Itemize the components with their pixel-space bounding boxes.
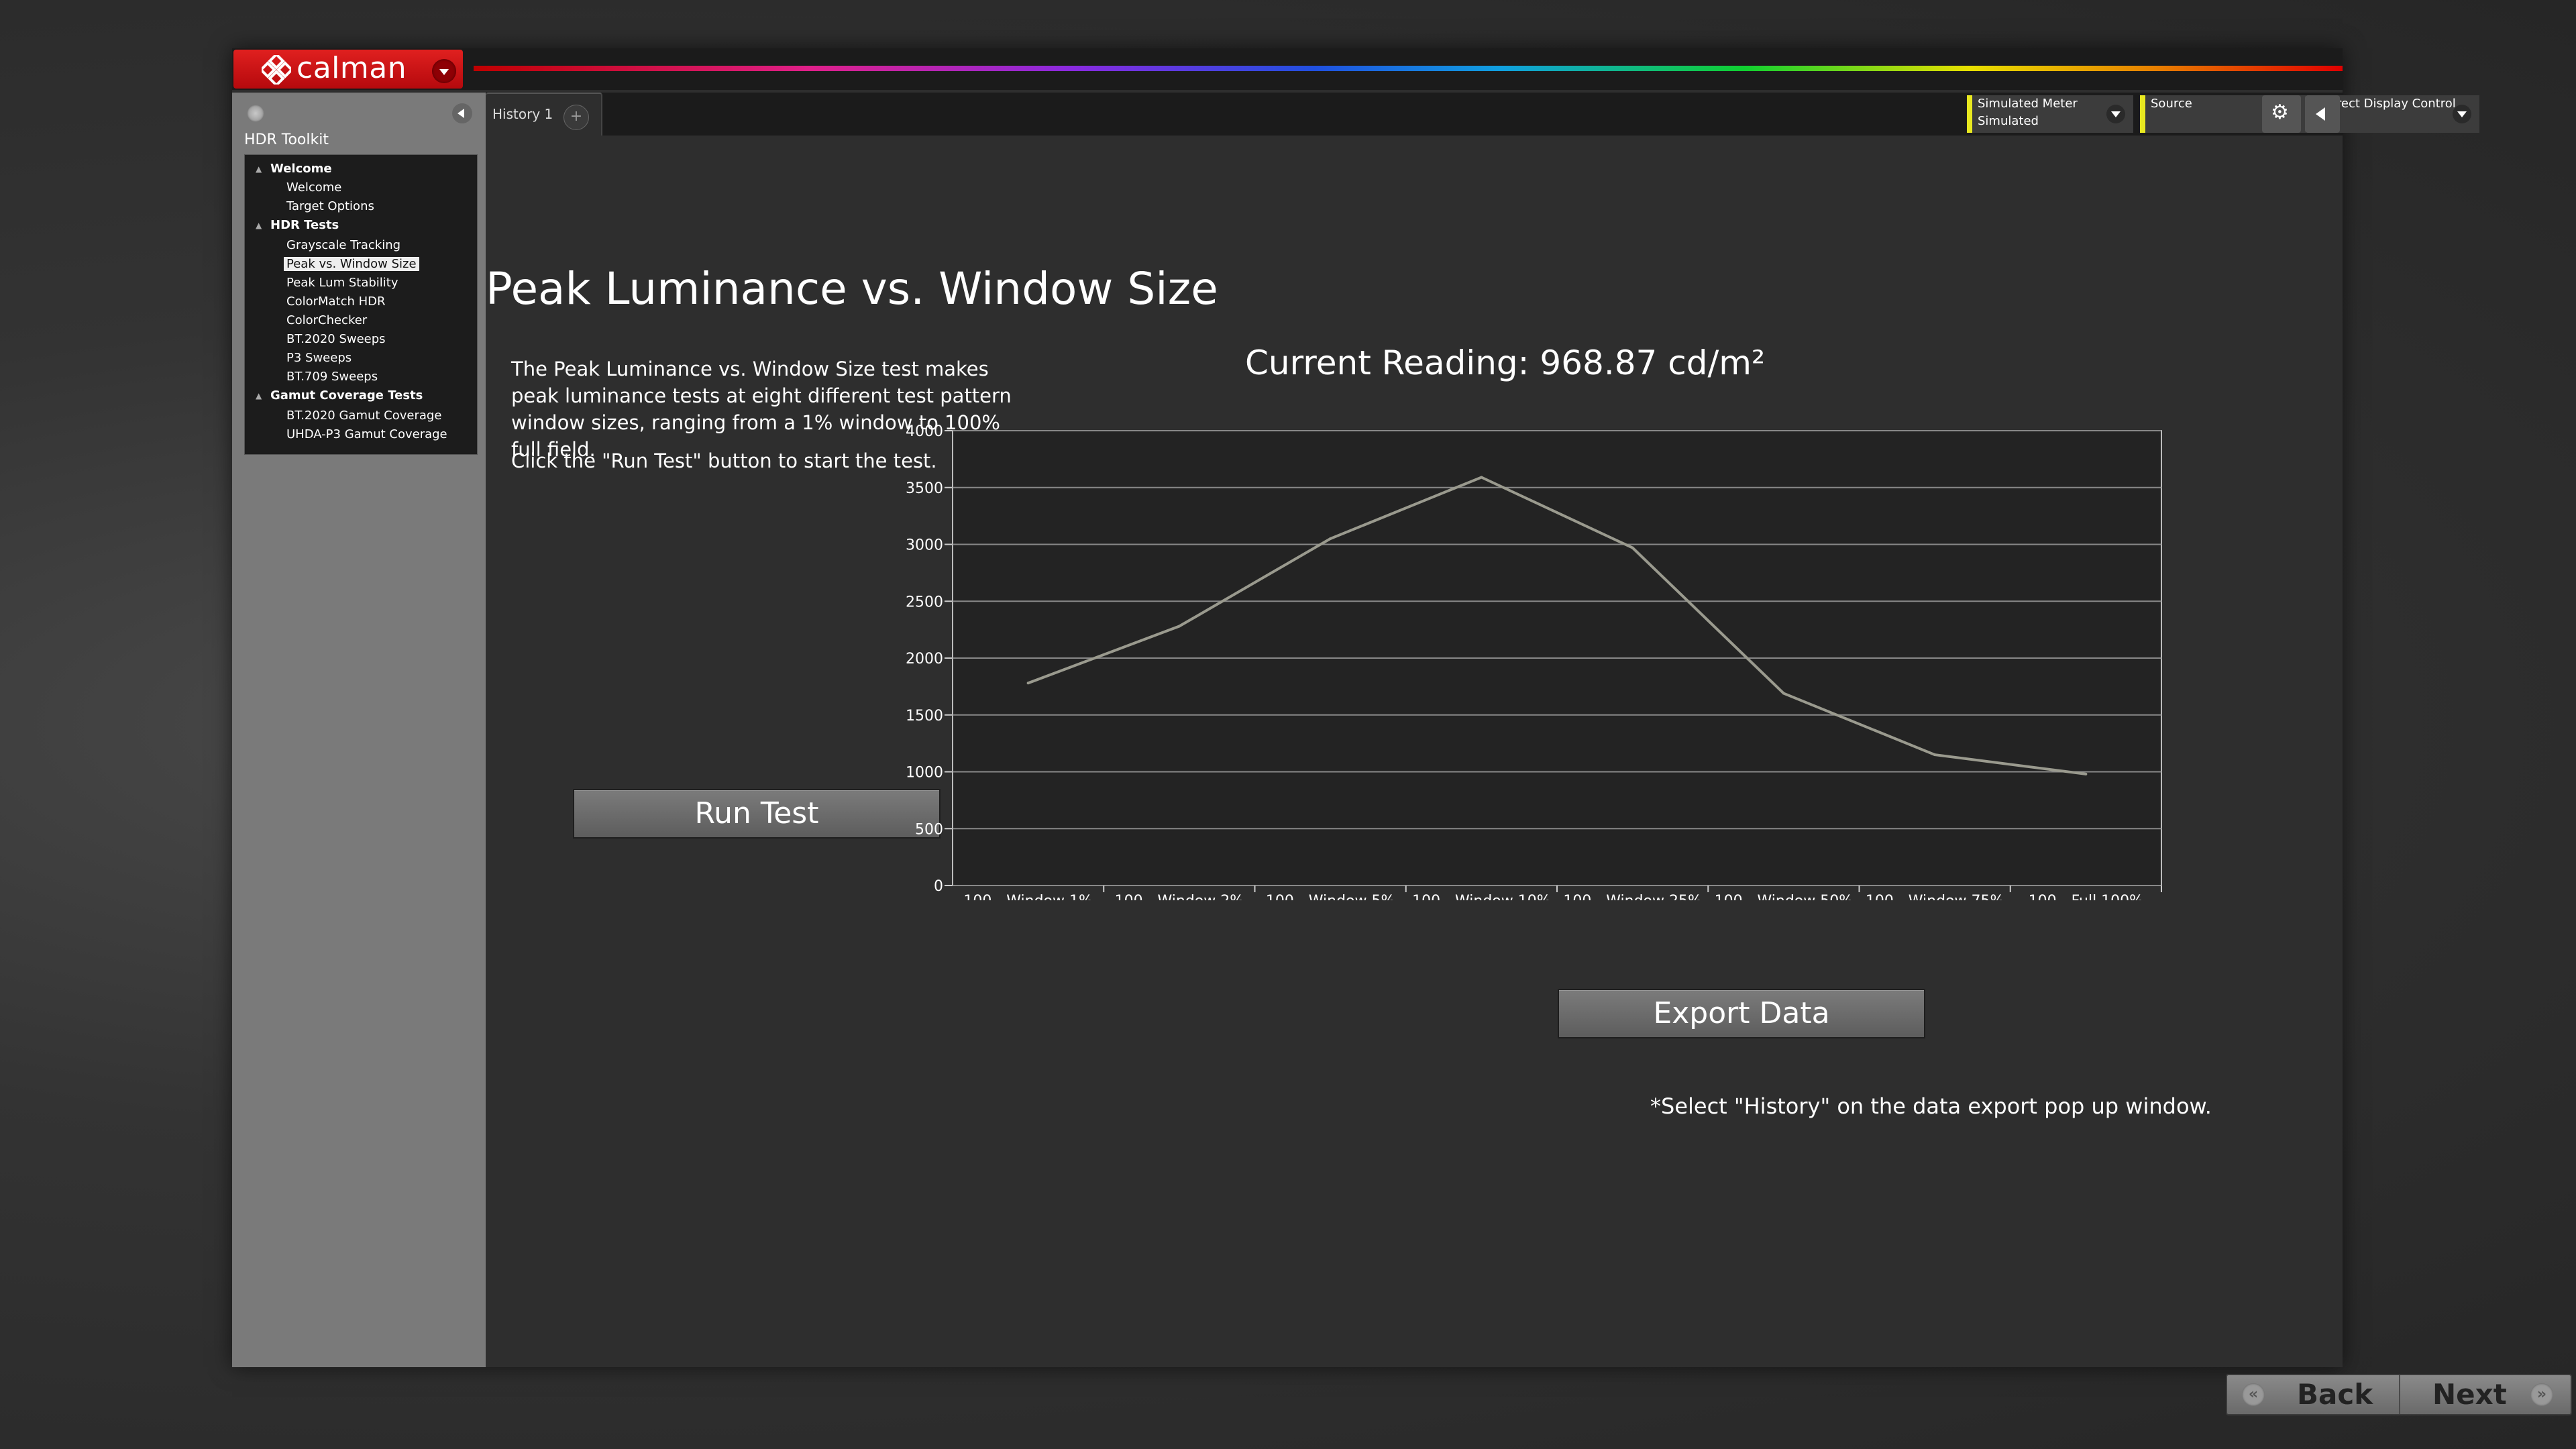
chevron-down-icon[interactable] <box>2453 105 2471 123</box>
display-label: Direct Display Control <box>2324 97 2456 111</box>
luminance-chart: 0 500 1000 1500 2000 2500 3000 3500 4000 100 - W… <box>906 423 2162 900</box>
nav-buttons: « Back Next » <box>2226 1374 2572 1415</box>
x-tick-label: 100 - Full 100% <box>2029 893 2143 900</box>
gear-icon: ⚙ <box>2271 101 2289 124</box>
add-tab-icon[interactable]: + <box>564 105 589 130</box>
data-point <box>1782 692 1785 695</box>
tree-expand-icon[interactable]: ▲ <box>256 391 262 400</box>
back-button[interactable]: « Back <box>2227 1375 2400 1414</box>
test-instruction: Click the "Run Test" button to start the… <box>511 449 937 472</box>
meter-status: Simulated <box>1978 114 2039 128</box>
tree-expand-icon[interactable]: ▲ <box>256 221 262 230</box>
y-tick-label: 3500 <box>906 480 943 497</box>
back-label: Back <box>2297 1378 2373 1411</box>
x-tick-label: 100 - Window 50% <box>1715 893 1854 900</box>
calman-window: calman HDR Toolkit ▲ Welcome Welcome Tar… <box>232 48 2572 1415</box>
x-tick-label: 100 - Window 2% <box>1115 893 1244 900</box>
tree-item-bt709-sweeps[interactable]: BT.709 Sweeps <box>286 370 378 384</box>
y-tick-label: 0 <box>934 878 943 895</box>
tree-item-grayscale-tracking[interactable]: Grayscale Tracking <box>286 238 400 252</box>
tree-item-bt2020-sweeps[interactable]: BT.2020 Sweeps <box>286 332 386 346</box>
data-point <box>1177 625 1181 628</box>
tree-expand-icon[interactable]: ▲ <box>256 164 262 174</box>
calman-logo-button[interactable]: calman <box>233 50 463 89</box>
data-point <box>1933 753 1937 757</box>
collapse-panel-icon[interactable] <box>2305 95 2340 133</box>
x-tick-label: 100 - Window 1% <box>963 893 1093 900</box>
next-label: Next <box>2432 1378 2507 1411</box>
data-point <box>1329 537 1332 541</box>
tree-item-welcome[interactable]: Welcome <box>286 180 341 195</box>
tree-group-welcome[interactable]: Welcome <box>270 162 332 176</box>
workflow-tree: ▲ Welcome Welcome Target Options ▲ HDR T… <box>244 154 478 455</box>
tab-label: History 1 <box>492 106 553 122</box>
data-point <box>2084 772 2088 775</box>
next-button[interactable]: Next » <box>2399 1375 2571 1414</box>
tree-item-bt2020-gamut[interactable]: BT.2020 Gamut Coverage <box>286 409 441 423</box>
x-tick-label: 100 - Window 10% <box>1412 893 1551 900</box>
y-tick-label: 500 <box>915 821 943 838</box>
page-title: Peak Luminance vs. Window Size <box>486 263 1218 315</box>
logo-text: calman <box>297 51 407 85</box>
tree-item-target-options[interactable]: Target Options <box>286 199 374 213</box>
title-bar: calman <box>232 48 2343 90</box>
current-reading: Current Reading: 968.87 cd/m² <box>1245 343 1766 382</box>
pin-icon[interactable] <box>247 105 264 122</box>
tree-item-colormatch-hdr[interactable]: ColorMatch HDR <box>286 294 386 309</box>
data-point <box>1631 546 1634 549</box>
sidebar: HDR Toolkit ▲ Welcome Welcome Target Opt… <box>232 93 486 1367</box>
double-chevron-left-icon: « <box>2242 1383 2265 1406</box>
y-tick-label: 3000 <box>906 537 943 554</box>
settings-button[interactable]: ⚙ <box>2262 95 2301 133</box>
export-note: *Select "History" on the data export pop… <box>1650 1093 2212 1119</box>
tab-strip: History 1 + Simulated Meter Simulated So… <box>486 93 2479 136</box>
chevron-down-icon[interactable] <box>432 59 456 83</box>
export-data-button[interactable]: Export Data <box>1558 989 1925 1038</box>
data-point <box>1480 476 1483 479</box>
run-test-button[interactable]: Run Test <box>573 789 941 839</box>
data-point <box>1026 682 1030 685</box>
chevron-down-icon[interactable] <box>2106 105 2125 123</box>
main-content: Peak Luminance vs. Window Size The Peak … <box>486 136 2572 1415</box>
tree-group-gamut-coverage[interactable]: Gamut Coverage Tests <box>270 388 423 402</box>
rainbow-bar <box>474 66 2343 71</box>
tree-group-hdr-tests[interactable]: HDR Tests <box>270 218 339 232</box>
x-tick-label: 100 - Window 25% <box>1563 893 1702 900</box>
source-label: Source <box>2151 97 2192 111</box>
collapse-sidebar-icon[interactable] <box>452 103 472 123</box>
y-tick-label: 2500 <box>906 594 943 610</box>
tree-item-colorchecker[interactable]: ColorChecker <box>286 313 367 327</box>
tab-history-1[interactable]: History 1 + <box>486 93 602 136</box>
tree-item-peak-vs-window-size[interactable]: Peak vs. Window Size <box>284 257 419 271</box>
y-tick-label: 2000 <box>906 651 943 667</box>
double-chevron-right-icon: » <box>2530 1383 2553 1406</box>
x-tick-label: 100 - Window 5% <box>1266 893 1395 900</box>
y-tick-label: 1500 <box>906 708 943 724</box>
tree-item-uhda-p3-gamut[interactable]: UHDA-P3 Gamut Coverage <box>286 427 447 441</box>
y-tick-label: 4000 <box>906 423 943 440</box>
calman-logo-icon <box>262 55 291 85</box>
meter-name: Simulated Meter <box>1978 97 2078 111</box>
toolkit-label: HDR Toolkit <box>244 131 329 148</box>
x-tick-label: 100 - Window 75% <box>1866 893 2004 900</box>
meter-selector[interactable]: Simulated Meter Simulated <box>1967 95 2133 133</box>
tree-item-peak-lum-stability[interactable]: Peak Lum Stability <box>286 276 398 290</box>
y-tick-label: 1000 <box>906 765 943 782</box>
tree-item-p3-sweeps[interactable]: P3 Sweeps <box>286 351 352 365</box>
